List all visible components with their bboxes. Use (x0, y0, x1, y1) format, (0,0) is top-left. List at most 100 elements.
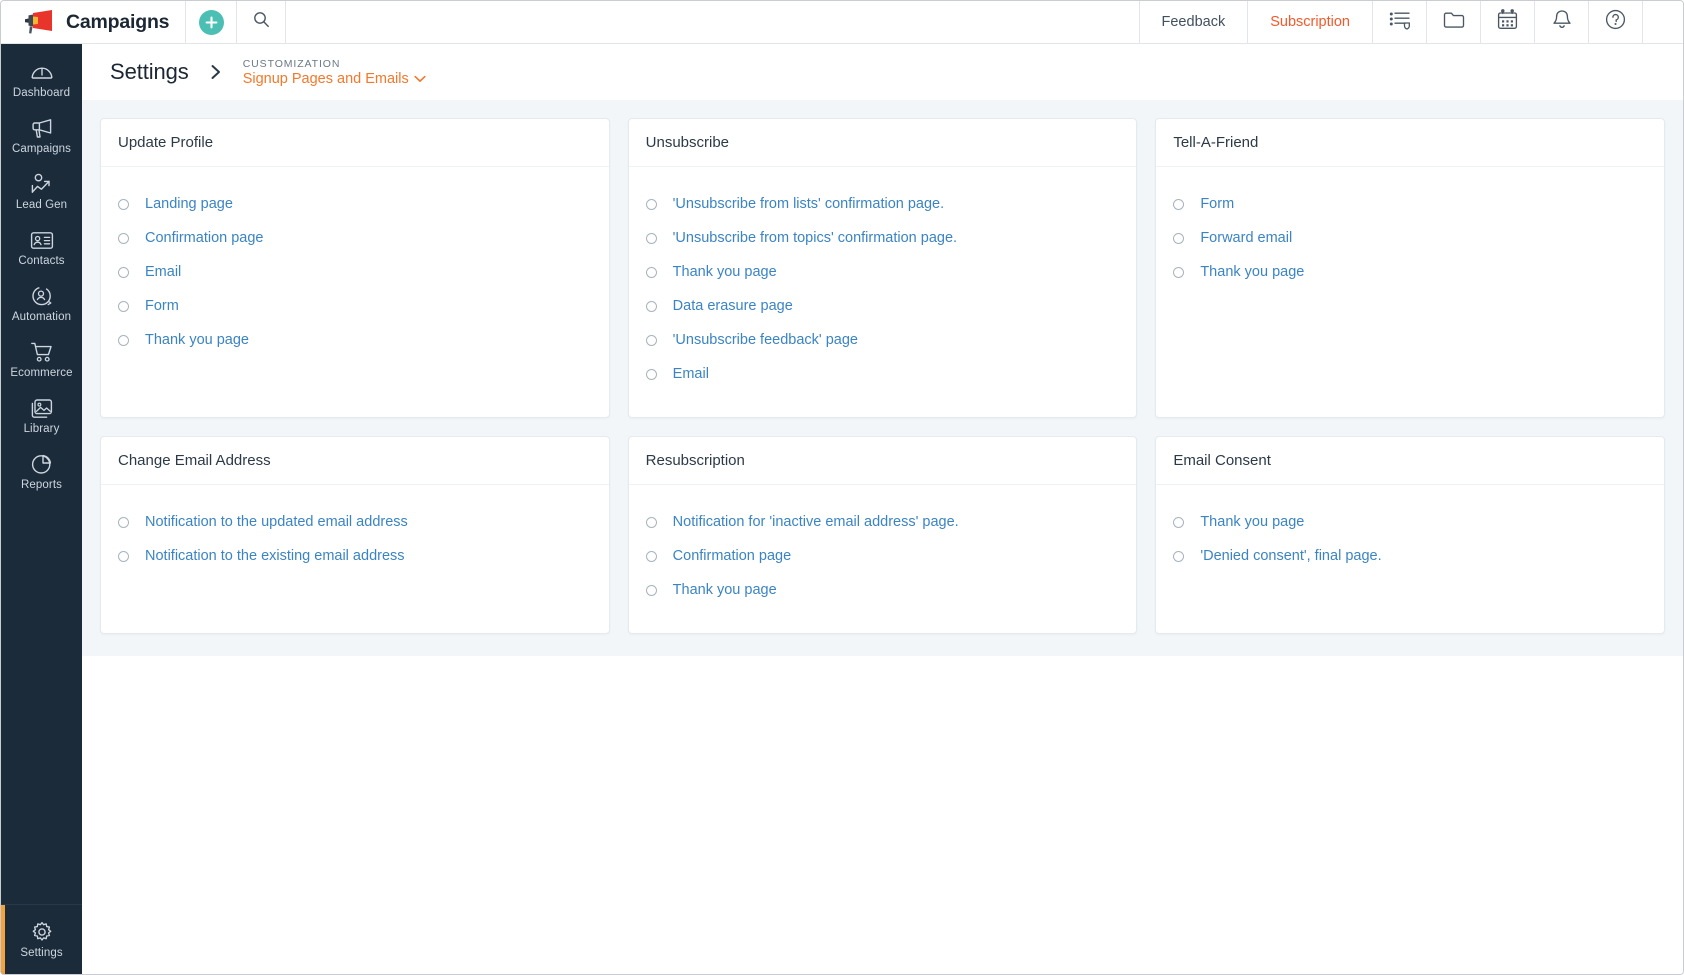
sidebar-item-contacts[interactable]: Contacts (1, 220, 82, 276)
sidebar-item-automation[interactable]: Automation (1, 276, 82, 332)
list-item-label[interactable]: Notification for 'inactive email address… (673, 514, 959, 530)
list-item-label[interactable]: Email (673, 366, 709, 382)
list-item[interactable]: 'Unsubscribe feedback' page (645, 323, 1120, 357)
list-item[interactable]: Data erasure page (645, 289, 1120, 323)
list-item-label[interactable]: Thank you page (1200, 264, 1304, 280)
page-content: Settings CUSTOMIZATION Signup Pages and … (82, 44, 1683, 974)
notifications-button[interactable] (1535, 1, 1588, 43)
sidebar-item-label: Library (23, 423, 60, 435)
radio-icon[interactable] (118, 516, 129, 528)
sidebar-item-library[interactable]: Library (1, 388, 82, 444)
list-item[interactable]: Form (118, 289, 592, 323)
radio-icon[interactable] (1173, 266, 1185, 278)
radio-icon[interactable] (645, 368, 657, 380)
list-item[interactable]: Notification to the existing email addre… (118, 539, 592, 573)
list-item[interactable]: Thank you page (645, 573, 1120, 607)
list-item-label[interactable]: Confirmation page (145, 230, 264, 246)
sidebar-items: Dashboard Campaigns Lead Gen Contacts Au… (1, 44, 82, 904)
calendar-icon[interactable] (1497, 9, 1518, 35)
brand[interactable]: Campaigns (1, 1, 185, 43)
list-item-label[interactable]: Thank you page (145, 332, 249, 348)
plus-icon[interactable] (198, 9, 224, 35)
radio-icon[interactable] (645, 334, 657, 346)
list-item[interactable]: Confirmation page (645, 539, 1120, 573)
list-item-label[interactable]: 'Denied consent', final page. (1200, 548, 1381, 564)
list-item[interactable]: Thank you page (118, 323, 592, 357)
sidebar-item-dashboard[interactable]: Dashboard (1, 52, 82, 108)
bell-icon[interactable] (1552, 9, 1572, 35)
add-button[interactable] (186, 1, 236, 43)
list-item-label[interactable]: Landing page (145, 196, 233, 212)
list-item-label[interactable]: Confirmation page (673, 548, 792, 564)
list-item[interactable]: Forward email (1173, 221, 1647, 255)
search-button[interactable] (237, 1, 285, 43)
radio-icon[interactable] (645, 300, 657, 312)
list-item[interactable]: 'Unsubscribe from topics' confirmation p… (645, 221, 1120, 255)
radio-icon[interactable] (1173, 550, 1185, 562)
list-item-label[interactable]: Thank you page (673, 582, 777, 598)
list-item[interactable]: 'Denied consent', final page. (1173, 539, 1647, 573)
chevron-down-icon[interactable] (414, 71, 426, 87)
breadcrumb-current-dropdown[interactable]: Signup Pages and Emails (243, 71, 426, 87)
list-item-label[interactable]: 'Unsubscribe feedback' page (673, 332, 858, 348)
radio-icon[interactable] (645, 584, 657, 596)
list-item-label[interactable]: Data erasure page (673, 298, 793, 314)
tasks-shield-icon[interactable] (1389, 10, 1411, 35)
radio-icon[interactable] (118, 300, 129, 312)
list-item[interactable]: Email (118, 255, 592, 289)
tasks-button[interactable] (1373, 1, 1426, 43)
list-item[interactable]: Notification for 'inactive email address… (645, 505, 1120, 539)
subscription-button[interactable]: Subscription (1248, 1, 1372, 43)
sidebar-item-lead-gen[interactable]: Lead Gen (1, 164, 82, 220)
radio-icon[interactable] (1173, 198, 1185, 210)
list-item[interactable]: Notification to the updated email addres… (118, 505, 592, 539)
list-item-label[interactable]: Thank you page (673, 264, 777, 280)
radio-icon[interactable] (645, 550, 657, 562)
sidebar-item-settings[interactable]: Settings (1, 905, 82, 974)
folder-button[interactable] (1427, 1, 1480, 43)
sidebar-item-ecommerce[interactable]: Ecommerce (1, 332, 82, 388)
search-icon[interactable] (253, 11, 270, 33)
radio-icon[interactable] (1173, 516, 1185, 528)
card-body: Landing page Confirmation page Email For… (101, 167, 609, 417)
contact-card-icon (30, 229, 54, 251)
list-item-label[interactable]: Notification to the updated email addres… (145, 514, 408, 530)
list-item[interactable]: Email (645, 357, 1120, 391)
list-item-label[interactable]: Form (145, 298, 179, 314)
radio-icon[interactable] (118, 334, 129, 346)
feedback-button[interactable]: Feedback (1140, 1, 1248, 43)
help-circle-icon[interactable] (1605, 9, 1626, 35)
megaphone-logo-icon (21, 9, 55, 35)
help-button[interactable] (1589, 1, 1642, 43)
list-item-label[interactable]: Notification to the existing email addre… (145, 548, 405, 564)
radio-icon[interactable] (645, 516, 657, 528)
list-item-label[interactable]: 'Unsubscribe from lists' confirmation pa… (673, 196, 944, 212)
radio-icon[interactable] (645, 266, 657, 278)
sidebar-item-campaigns[interactable]: Campaigns (1, 108, 82, 164)
radio-icon[interactable] (1173, 232, 1185, 244)
list-item[interactable]: Thank you page (645, 255, 1120, 289)
sidebar-item-reports[interactable]: Reports (1, 444, 82, 500)
radio-icon[interactable] (118, 266, 129, 278)
calendar-button[interactable] (1481, 1, 1534, 43)
list-item-label[interactable]: Forward email (1200, 230, 1292, 246)
radio-icon[interactable] (118, 232, 129, 244)
list-item-label[interactable]: Email (145, 264, 181, 280)
list-item[interactable]: Landing page (118, 187, 592, 221)
list-item[interactable]: Thank you page (1173, 505, 1647, 539)
sidebar-item-label: Dashboard (12, 87, 71, 99)
list-item-label[interactable]: 'Unsubscribe from topics' confirmation p… (673, 230, 957, 246)
radio-icon[interactable] (645, 198, 657, 210)
radio-icon[interactable] (118, 198, 129, 210)
list-item[interactable]: Confirmation page (118, 221, 592, 255)
list-item[interactable]: Thank you page (1173, 255, 1647, 289)
radio-icon[interactable] (118, 550, 129, 562)
page-title: Settings (110, 59, 189, 84)
list-item-label[interactable]: Form (1200, 196, 1234, 212)
folder-icon[interactable] (1443, 10, 1465, 34)
pie-chart-icon (31, 453, 53, 475)
list-item[interactable]: 'Unsubscribe from lists' confirmation pa… (645, 187, 1120, 221)
radio-icon[interactable] (645, 232, 657, 244)
list-item-label[interactable]: Thank you page (1200, 514, 1304, 530)
list-item[interactable]: Form (1173, 187, 1647, 221)
